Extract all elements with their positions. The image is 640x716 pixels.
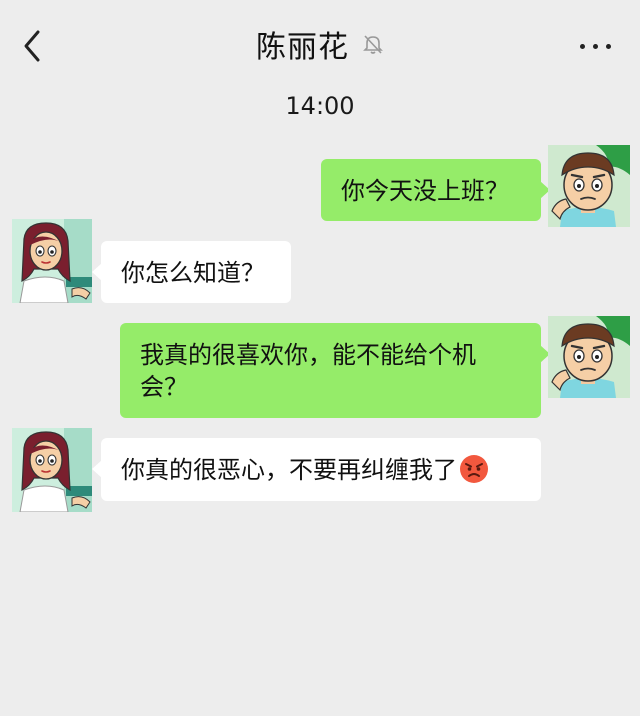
my-message-bubble[interactable]: 我真的很喜欢你，能不能给个机 会？ [120, 323, 550, 418]
my-message-bubble[interactable]: 你今天没上班？ [321, 159, 550, 221]
message-text-line-1: 我真的很喜欢你，能不能给个机 [140, 341, 476, 369]
boy-avatar-icon [548, 145, 630, 227]
message-text: 你今天没上班？ [341, 177, 509, 205]
contact-avatar[interactable] [12, 428, 92, 512]
message-text: 你怎么知道？ [121, 259, 265, 287]
angry-face-emoji [460, 455, 488, 483]
chat-title-area: 陈丽花 [0, 22, 640, 66]
more-horizontal-icon [576, 34, 615, 53]
contact-message-bubble[interactable]: 你怎么知道？ [92, 241, 291, 303]
chat-title: 陈丽花 [255, 30, 349, 65]
chat-header: 陈丽花 [0, 0, 640, 90]
more-options-button[interactable] [576, 34, 616, 58]
my-avatar[interactable] [548, 145, 630, 227]
message-text: 你真的很恶心，不要再纠缠我了 [121, 456, 457, 484]
contact-message-bubble[interactable]: 你真的很恶心，不要再纠缠我了 [92, 438, 541, 501]
boy-avatar-icon [548, 316, 630, 398]
message-text-line-2: 会？ [140, 373, 188, 401]
bell-off-icon [363, 35, 383, 54]
message-timestamp: 14:00 [285, 92, 355, 120]
my-avatar[interactable] [548, 316, 630, 398]
girl-avatar-icon [12, 219, 92, 303]
girl-avatar-icon [12, 428, 92, 512]
contact-avatar[interactable] [12, 219, 92, 303]
